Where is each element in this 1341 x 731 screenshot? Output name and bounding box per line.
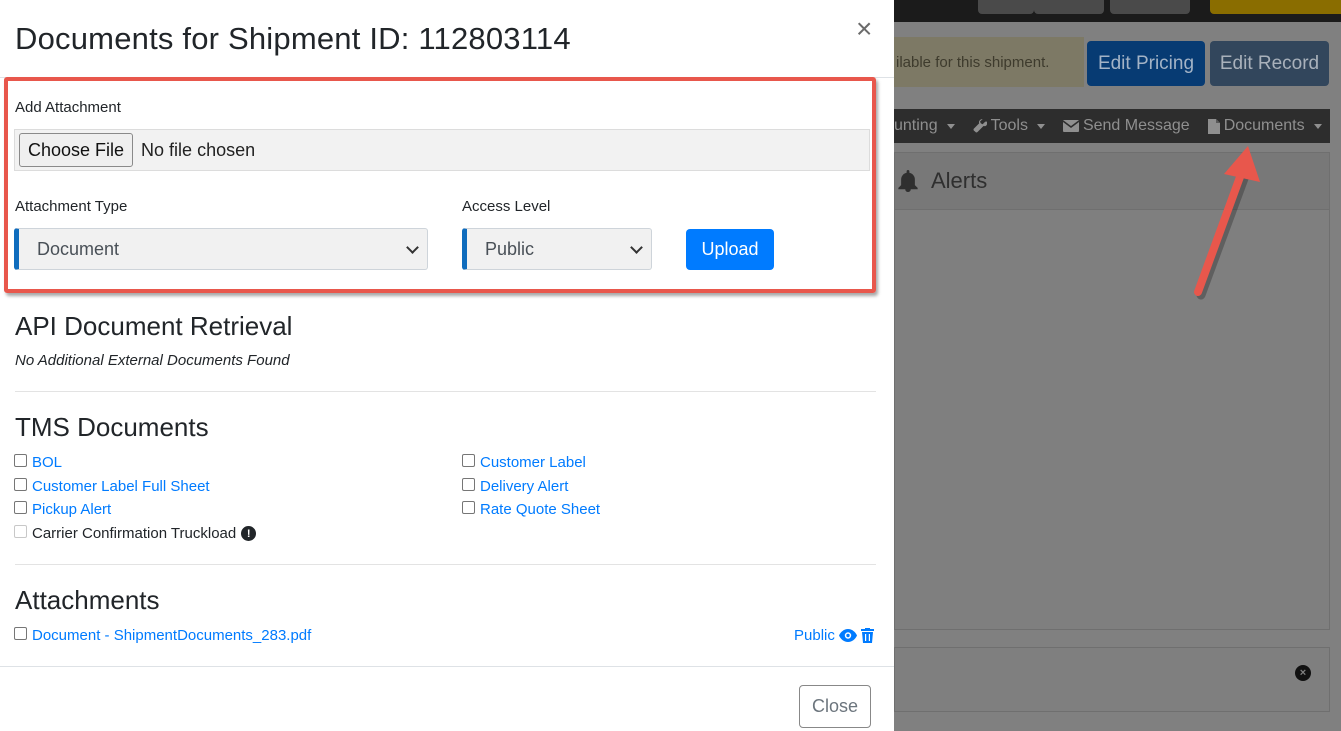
divider [15, 564, 876, 565]
nav-tools-label: Tools [990, 117, 1028, 134]
choose-file-button[interactable]: Choose File [19, 133, 134, 167]
modal-title: Documents for Shipment ID: 112803114 [15, 20, 571, 56]
caret-down-icon [1036, 123, 1045, 129]
access-level-select[interactable]: Public [462, 228, 652, 270]
nav-documents-label: Documents [1223, 117, 1305, 134]
chevron-down-icon [406, 241, 419, 254]
alerts-title: Alerts [931, 168, 988, 193]
tms-doc-link[interactable]: Rate Quote Sheet [480, 501, 600, 518]
nav-send-message-label: Send Message [1082, 117, 1190, 134]
api-empty-text: No Additional External Documents Found [15, 352, 290, 369]
nav-accounting: unting [894, 117, 955, 135]
file-input[interactable]: Choose File No file chosen [14, 129, 870, 171]
tms-doc-delivery-alert[interactable]: Delivery Alert [462, 478, 568, 495]
checkbox-disabled [14, 525, 27, 538]
topbar-highlight-button [1210, 0, 1341, 14]
checkbox[interactable] [14, 478, 27, 491]
checkbox[interactable] [14, 501, 27, 514]
envelope-icon [1062, 120, 1079, 132]
tms-doc-link[interactable]: BOL [32, 454, 62, 471]
tms-doc-link[interactable]: Pickup Alert [32, 501, 111, 518]
add-attachment-label: Add Attachment [15, 99, 121, 116]
document-icon [1207, 118, 1220, 134]
tms-doc-bol[interactable]: BOL [14, 454, 62, 471]
nav-accounting-label: unting [894, 117, 938, 134]
exclamation-circle-icon[interactable]: ! [241, 526, 257, 541]
tms-doc-carrier-confirmation: Carrier Confirmation Truckload ! [14, 525, 257, 542]
nav-tools: Tools [973, 117, 1045, 135]
checkbox[interactable] [462, 501, 475, 514]
access-level-label: Access Level [462, 198, 551, 215]
checkbox[interactable] [14, 627, 27, 640]
caret-down-icon [946, 123, 955, 129]
attachment-actions: Public [794, 627, 874, 644]
tms-doc-rate-quote-sheet[interactable]: Rate Quote Sheet [462, 501, 600, 518]
tms-doc-label: Carrier Confirmation Truckload [32, 525, 237, 542]
secondary-card: × [894, 647, 1330, 712]
checkbox[interactable] [462, 478, 475, 491]
edit-pricing-button: Edit Pricing [1087, 41, 1205, 86]
caret-down-icon [1313, 123, 1322, 129]
divider [15, 391, 876, 392]
access-level-value: Public [485, 238, 535, 259]
modal-footer [0, 666, 894, 731]
annotation-arrow [1194, 146, 1260, 300]
topbar-button [1034, 0, 1104, 14]
close-button[interactable]: Close [799, 685, 871, 728]
tms-doc-customer-label-full-sheet[interactable]: Customer Label Full Sheet [14, 478, 210, 495]
api-section-heading: API Document Retrieval [15, 311, 293, 341]
wrench-icon [973, 119, 987, 133]
close-circle-icon: × [1295, 665, 1311, 681]
attachment-type-value: Document [37, 238, 120, 259]
trash-icon[interactable] [860, 628, 874, 643]
no-file-text: No file chosen [141, 139, 256, 160]
tms-doc-customer-label[interactable]: Customer Label [462, 454, 586, 471]
tms-section-heading: TMS Documents [15, 412, 209, 442]
attachment-access-link[interactable]: Public [794, 627, 835, 644]
tms-doc-link[interactable]: Delivery Alert [480, 478, 568, 495]
eye-icon[interactable] [838, 629, 857, 642]
tms-doc-link[interactable]: Customer Label [480, 454, 586, 471]
checkbox[interactable] [462, 454, 475, 467]
upload-button[interactable]: Upload [686, 229, 774, 270]
attachment-link[interactable]: Document - ShipmentDocuments_283.pdf [32, 627, 311, 644]
nav-documents: Documents [1207, 117, 1322, 135]
edit-record-button: Edit Record [1210, 41, 1329, 86]
tms-doc-pickup-alert[interactable]: Pickup Alert [14, 501, 111, 518]
nav-send-message: Send Message [1062, 117, 1190, 135]
attachment-type-select[interactable]: Document [14, 228, 428, 270]
bell-icon [898, 170, 918, 192]
attachment-type-label: Attachment Type [15, 198, 128, 215]
modal-header: Documents for Shipment ID: 112803114 [0, 0, 894, 78]
topbar-button [1110, 0, 1190, 14]
checkbox[interactable] [14, 454, 27, 467]
documents-modal: Documents for Shipment ID: 112803114 × A… [0, 0, 894, 731]
chevron-down-icon [630, 241, 643, 254]
close-icon[interactable]: × [856, 15, 872, 43]
topbar-button [978, 0, 1034, 14]
tms-doc-link[interactable]: Customer Label Full Sheet [32, 478, 210, 495]
shipment-navbar: unting Tools Send Message Documents [894, 109, 1330, 143]
attachment-item[interactable]: Document - ShipmentDocuments_283.pdf [14, 627, 311, 644]
attachments-section-heading: Attachments [15, 585, 160, 615]
availability-alert: ilable for this shipment. [894, 37, 1084, 87]
